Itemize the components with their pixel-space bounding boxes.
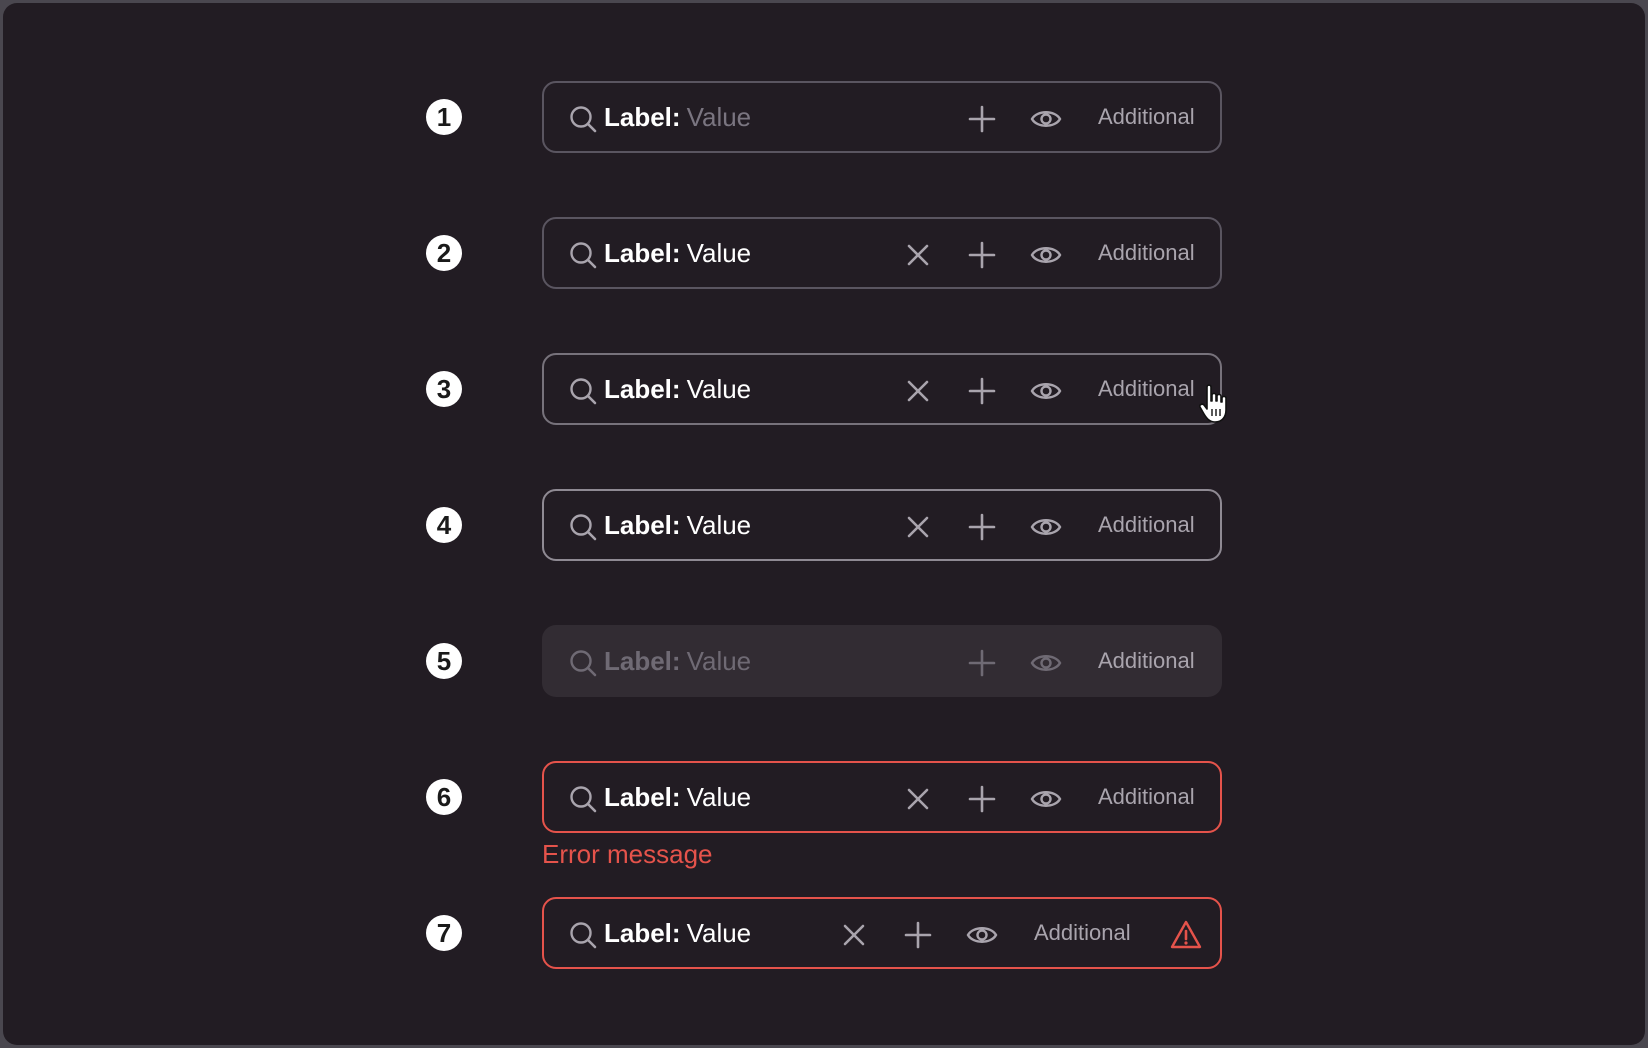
- search-field[interactable]: Label: Value Additional: [542, 761, 1222, 833]
- field-value: Value: [686, 238, 752, 268]
- field-value: Value: [686, 782, 752, 812]
- field-value: Value: [686, 646, 752, 676]
- eye-icon[interactable]: [1030, 239, 1062, 271]
- plus-icon[interactable]: [966, 103, 998, 135]
- field-text: Label: Value: [604, 899, 751, 967]
- field-value: Value: [686, 510, 752, 540]
- additional-text: Additional: [1098, 240, 1195, 265]
- plus-icon[interactable]: [966, 511, 998, 543]
- field-text: Label: Value: [604, 763, 751, 831]
- field-label: Label:: [604, 646, 681, 676]
- field-label: Label:: [604, 102, 681, 132]
- error-message: Error message: [542, 839, 713, 869]
- close-icon[interactable]: [838, 919, 870, 951]
- eye-icon[interactable]: [1030, 783, 1062, 815]
- plus-icon[interactable]: [966, 783, 998, 815]
- additional-text: Additional: [1098, 648, 1195, 673]
- field-row-2: 2 Label: Value Additional: [0, 217, 1648, 289]
- close-icon[interactable]: [902, 511, 934, 543]
- field-text: Label: Value: [604, 491, 751, 559]
- warning-triangle-icon: [1170, 920, 1202, 949]
- search-field[interactable]: Label: Value Additional: [542, 217, 1222, 289]
- field-placeholder: Value: [686, 102, 752, 132]
- search-field[interactable]: Label: Value Additional: [542, 353, 1222, 425]
- search-icon: [570, 650, 597, 677]
- search-icon: [570, 514, 597, 541]
- eye-icon[interactable]: [966, 919, 998, 951]
- step-number-badge: 6: [426, 779, 462, 815]
- step-number-badge: 7: [426, 915, 462, 951]
- step-number-badge: 4: [426, 507, 462, 543]
- additional-text: Additional: [1098, 376, 1195, 401]
- close-icon[interactable]: [902, 375, 934, 407]
- field-value: Value: [686, 374, 752, 404]
- eye-icon[interactable]: [1030, 375, 1062, 407]
- search-field[interactable]: Label: Value Additional: [542, 489, 1222, 561]
- field-label: Label:: [604, 238, 681, 268]
- search-icon: [570, 786, 597, 813]
- field-label: Label:: [604, 918, 681, 948]
- field-value: Value: [686, 918, 752, 948]
- field-label: Label:: [604, 374, 681, 404]
- additional-text: Additional: [1098, 784, 1195, 809]
- eye-icon[interactable]: [1030, 103, 1062, 135]
- field-text: Label: Value: [604, 219, 751, 287]
- search-icon: [570, 922, 597, 949]
- field-row-4: 4 Label: Value Additional: [0, 489, 1648, 561]
- plus-icon: [968, 649, 996, 677]
- step-number-badge: 2: [426, 235, 462, 271]
- plus-icon[interactable]: [966, 375, 998, 407]
- step-number-badge: 1: [426, 99, 462, 135]
- search-field[interactable]: Label: Value Additional: [542, 897, 1222, 969]
- field-label: Label:: [604, 510, 681, 540]
- additional-text: Additional: [1098, 104, 1195, 129]
- step-number-badge: 3: [426, 371, 462, 407]
- search-field[interactable]: Label: Value Additional: [542, 81, 1222, 153]
- field-text: Label: Value: [604, 627, 751, 695]
- field-row-6: 6 Label: Value Additional: [0, 761, 1648, 833]
- close-icon[interactable]: [902, 239, 934, 271]
- step-number-badge: 5: [426, 643, 462, 679]
- search-icon: [570, 242, 597, 269]
- close-icon[interactable]: [902, 783, 934, 815]
- plus-icon[interactable]: [902, 919, 934, 951]
- field-label: Label:: [604, 782, 681, 812]
- hand-cursor-icon: [1199, 384, 1227, 423]
- field-row-1: 1 Label: Value Additional: [0, 81, 1648, 153]
- field-row-3: 3 Label: Value Additional: [0, 353, 1648, 425]
- search-field: Label: Value Additional: [542, 625, 1222, 697]
- additional-text: Additional: [1098, 512, 1195, 537]
- field-row-5: 5 Label: Value Additional: [0, 625, 1648, 697]
- search-icon: [570, 378, 597, 405]
- field-row-7: 7 Label: Value Additional: [0, 897, 1648, 969]
- eye-icon[interactable]: [1030, 511, 1062, 543]
- eye-icon: [1030, 655, 1062, 671]
- field-text: Label: Value: [604, 355, 751, 423]
- field-text: Label: Value: [604, 83, 751, 151]
- search-icon: [570, 106, 597, 133]
- plus-icon[interactable]: [966, 239, 998, 271]
- additional-text: Additional: [1034, 920, 1131, 945]
